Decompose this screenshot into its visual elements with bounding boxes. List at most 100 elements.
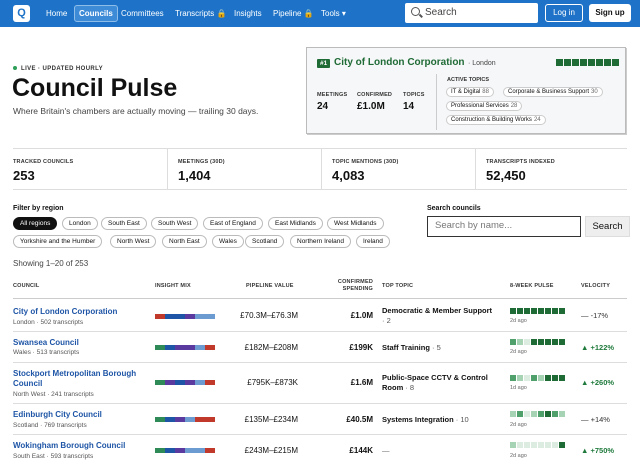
region-pill-south-west[interactable]: South West	[151, 217, 199, 230]
pulse-cell	[604, 59, 611, 66]
topic-chip[interactable]: IT & Digital 88	[446, 87, 494, 97]
mix-segment	[184, 380, 195, 385]
nav-councils[interactable]: Councils	[74, 5, 118, 22]
region-pill-west-midlands[interactable]: West Midlands	[327, 217, 384, 230]
confirmed-spending: £1.0M	[350, 311, 373, 320]
featured-council-name[interactable]: City of London Corporation	[334, 57, 465, 68]
stat-topics-value: 14	[403, 101, 415, 112]
pulse-cell	[531, 375, 537, 381]
topic-chip-count: 88	[482, 89, 489, 95]
council-search-button[interactable]: Search	[585, 216, 630, 237]
nav-home[interactable]: Home	[42, 5, 71, 22]
pulse-cell	[545, 411, 551, 417]
insight-mix-bar	[155, 448, 215, 453]
top-topic-count: · 5	[432, 343, 441, 352]
velocity-value: ▲ +260%	[581, 378, 615, 387]
nav-pipeline[interactable]: Pipeline 🔒	[269, 5, 318, 22]
col-header-pulse[interactable]: 8-WEEK PULSE	[510, 283, 554, 290]
top-topic: Democratic & Member Support · 2	[382, 306, 502, 326]
col-header-pipeline[interactable]: PIPELINE VALUE	[246, 283, 294, 290]
signup-button[interactable]: Sign up	[589, 4, 631, 22]
council-name-link[interactable]: Swansea Council	[13, 338, 79, 348]
council-search-input[interactable]: Search by name...	[427, 216, 581, 237]
mix-segment	[164, 417, 175, 422]
last-updated: 2d ago	[510, 349, 527, 355]
velocity-value: ▲ +122%	[581, 343, 615, 352]
search-icon	[411, 7, 420, 16]
table-row[interactable]: Swansea Council Wales · 513 transcripts …	[13, 332, 627, 363]
nav-committees[interactable]: Committees	[117, 5, 168, 22]
council-name-link[interactable]: Wokingham Borough Council	[13, 441, 125, 451]
topic-chip[interactable]: Corporate & Business Support 30	[503, 87, 603, 97]
pulse-cell	[524, 308, 530, 314]
table-row[interactable]: City of London Corporation London · 502 …	[13, 299, 627, 332]
pulse-cell	[552, 411, 558, 417]
col-header-top-topic[interactable]: TOP TOPIC	[382, 283, 413, 290]
logo[interactable]: Q	[13, 5, 30, 22]
global-search-input[interactable]: Search	[405, 3, 538, 23]
pulse-sparkline	[510, 374, 566, 383]
region-pill-london[interactable]: London	[62, 217, 98, 230]
mix-segment	[155, 345, 165, 350]
last-updated: 2d ago	[510, 453, 527, 459]
table-row[interactable]: Edinburgh City Council Scotland · 769 tr…	[13, 404, 627, 435]
region-pill-wales[interactable]: Wales	[212, 235, 244, 248]
featured-pulse-sparkline	[556, 59, 620, 68]
pipeline-value: £182M–£208M	[244, 343, 298, 352]
nav-transcripts[interactable]: Transcripts 🔒	[171, 5, 230, 22]
council-name-link[interactable]: Stockport Metropolitan Borough Council	[13, 369, 148, 389]
council-meta: Wales · 513 transcripts	[13, 349, 80, 356]
pulse-cell	[559, 339, 565, 345]
mix-segment	[194, 448, 205, 453]
topic-chip[interactable]: Construction & Building Works 24	[446, 115, 546, 125]
topic-chip[interactable]: Professional Services 28	[446, 101, 523, 111]
region-pill-ireland[interactable]: Ireland	[356, 235, 390, 248]
pulse-cell	[524, 411, 530, 417]
region-pill-east-of-england[interactable]: East of England	[203, 217, 263, 230]
pulse-cell	[517, 442, 523, 448]
region-pill-northern-ireland[interactable]: Northern Ireland	[290, 235, 351, 248]
mix-segment	[164, 345, 175, 350]
login-button[interactable]: Log in	[545, 4, 583, 22]
nav-insights[interactable]: Insights	[230, 5, 266, 22]
table-row[interactable]: Wokingham Borough Council South East · 5…	[13, 435, 627, 467]
pulse-cell	[538, 411, 544, 417]
region-pill-scotland[interactable]: Scotland	[245, 235, 285, 248]
region-pill-north-west[interactable]: North West	[110, 235, 157, 248]
region-pill-north-east[interactable]: North East	[162, 235, 207, 248]
col-header-velocity[interactable]: VELOCITY	[581, 283, 610, 290]
stat-meetings-value: 24	[317, 101, 329, 112]
region-pill-south-east[interactable]: South East	[101, 217, 147, 230]
pulse-sparkline	[510, 338, 566, 347]
col-header-spending[interactable]: CONFIRMED SPENDING	[327, 279, 373, 293]
featured-council-card[interactable]: #1 City of London Corporation · London M…	[306, 47, 626, 134]
pulse-cell	[545, 442, 551, 448]
col-header-insight-mix[interactable]: INSIGHT MIX	[155, 283, 191, 290]
mix-segment	[204, 314, 215, 319]
mix-segment	[194, 314, 205, 319]
region-pill-yorkshire[interactable]: Yorkshire and the Humber	[13, 235, 103, 248]
table-row[interactable]: Stockport Metropolitan Borough Council N…	[13, 363, 627, 404]
col-header-council[interactable]: COUNCIL	[13, 283, 39, 290]
council-name-link[interactable]: Edinburgh City Council	[13, 410, 102, 420]
top-topic-name: Staff Training	[382, 343, 430, 352]
region-pill-all[interactable]: All regions	[13, 217, 58, 230]
region-pill-east-midlands[interactable]: East Midlands	[268, 217, 323, 230]
topic-chip-name: IT & Digital	[451, 89, 481, 95]
pulse-sparkline	[510, 441, 566, 450]
insight-mix-bar	[155, 380, 215, 385]
mix-segment	[204, 380, 215, 385]
confirmed-spending: £199K	[349, 343, 373, 352]
pulse-cell	[572, 59, 579, 66]
tile-value: 253	[13, 168, 35, 183]
last-updated: 2d ago	[510, 422, 527, 428]
nav-tools[interactable]: Tools ▾	[317, 5, 350, 22]
pulse-cell	[545, 308, 551, 314]
last-updated: 2d ago	[510, 318, 527, 324]
pulse-cell	[538, 442, 544, 448]
council-name-link[interactable]: City of London Corporation	[13, 307, 117, 317]
pulse-cell	[552, 308, 558, 314]
top-topic-name: Democratic & Member Support	[382, 306, 493, 315]
mix-segment	[184, 417, 195, 422]
pulse-cell	[545, 375, 551, 381]
